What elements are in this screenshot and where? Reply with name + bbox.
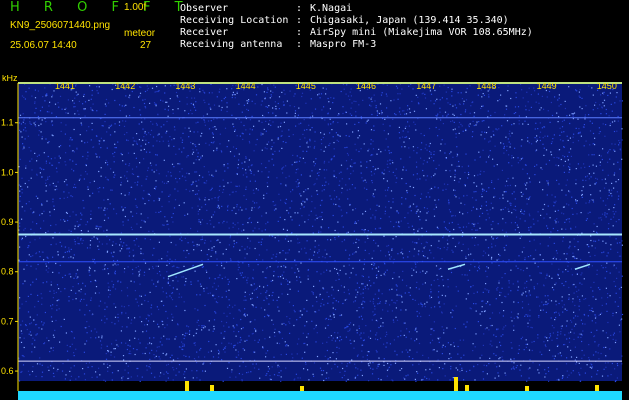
x-tick-label: 1443 — [175, 81, 195, 91]
datetime-label: 25.06.07 14:40 — [10, 40, 77, 51]
y-tick-label: 0.8 — [1, 267, 14, 277]
x-tick-label: 1446 — [356, 81, 376, 91]
detection-count: 27 — [140, 40, 152, 51]
info-label: Receiving antenna — [180, 39, 283, 50]
info-row-observer: Observer: K.Nagai — [180, 3, 353, 14]
x-tick-label: 1448 — [476, 81, 496, 91]
header-panel: H R O F F T 1.00f KN9_2506071440.png met… — [0, 0, 629, 75]
version-label: 1.00f — [124, 2, 147, 13]
info-value: Maspro FM-3 — [310, 39, 377, 50]
spectrogram: kHz 1.1 1.0 0.9 0.8 0.7 0.6 1441 1442 1443 1444 144… — [1, 75, 624, 400]
x-tick-label: 1447 — [416, 81, 436, 91]
y-tick-label: 1.0 — [1, 167, 14, 177]
echo-peak — [595, 385, 599, 391]
x-tick-label: 1442 — [115, 81, 135, 91]
info-value: K.Nagai — [310, 3, 353, 14]
mode-label: meteor — [124, 28, 156, 39]
echo-histogram — [18, 391, 622, 400]
info-row-location: Receiving Location: Chigasaki, Japan (139… — [180, 15, 509, 26]
info-row-receiver: Receiver: AirSpy mini (Miakejima VOR 108.… — [180, 27, 533, 38]
info-label: Receiving Location — [180, 15, 289, 26]
x-tick-label: 1441 — [55, 81, 75, 91]
info-row-antenna: Receiving antenna: Maspro FM-3 — [180, 39, 377, 50]
echo-peak — [210, 385, 214, 391]
station-info: Observer: K.Nagai Receiving Location: Chig… — [180, 3, 533, 51]
y-tick-label: 0.6 — [1, 366, 14, 376]
filename-label: KN9_2506071440.png — [10, 20, 111, 31]
echo-peak — [454, 377, 458, 391]
x-tick-label: 1449 — [537, 81, 557, 91]
info-label: Observer — [180, 3, 229, 14]
app-brand: H R O F F T — [10, 0, 193, 15]
y-tick-label: 1.1 — [1, 118, 14, 128]
echo-peak — [465, 385, 469, 391]
x-tick-label: 1445 — [296, 81, 316, 91]
echo-peak — [300, 386, 304, 391]
x-tick-label: 1444 — [236, 81, 256, 91]
y-tick-label: 0.7 — [1, 316, 14, 326]
y-tick-label: 0.9 — [1, 217, 14, 227]
echo-peak — [185, 381, 189, 391]
x-tick-label: 1450 — [597, 81, 617, 91]
y-axis-label: kHz — [2, 75, 18, 83]
info-value: AirSpy mini (Miakejima VOR 108.65MHz) — [310, 27, 533, 38]
info-value: Chigasaki, Japan (139.414 35.340) — [310, 15, 509, 26]
echo-peak — [525, 386, 529, 391]
info-label: Receiver — [180, 27, 229, 38]
